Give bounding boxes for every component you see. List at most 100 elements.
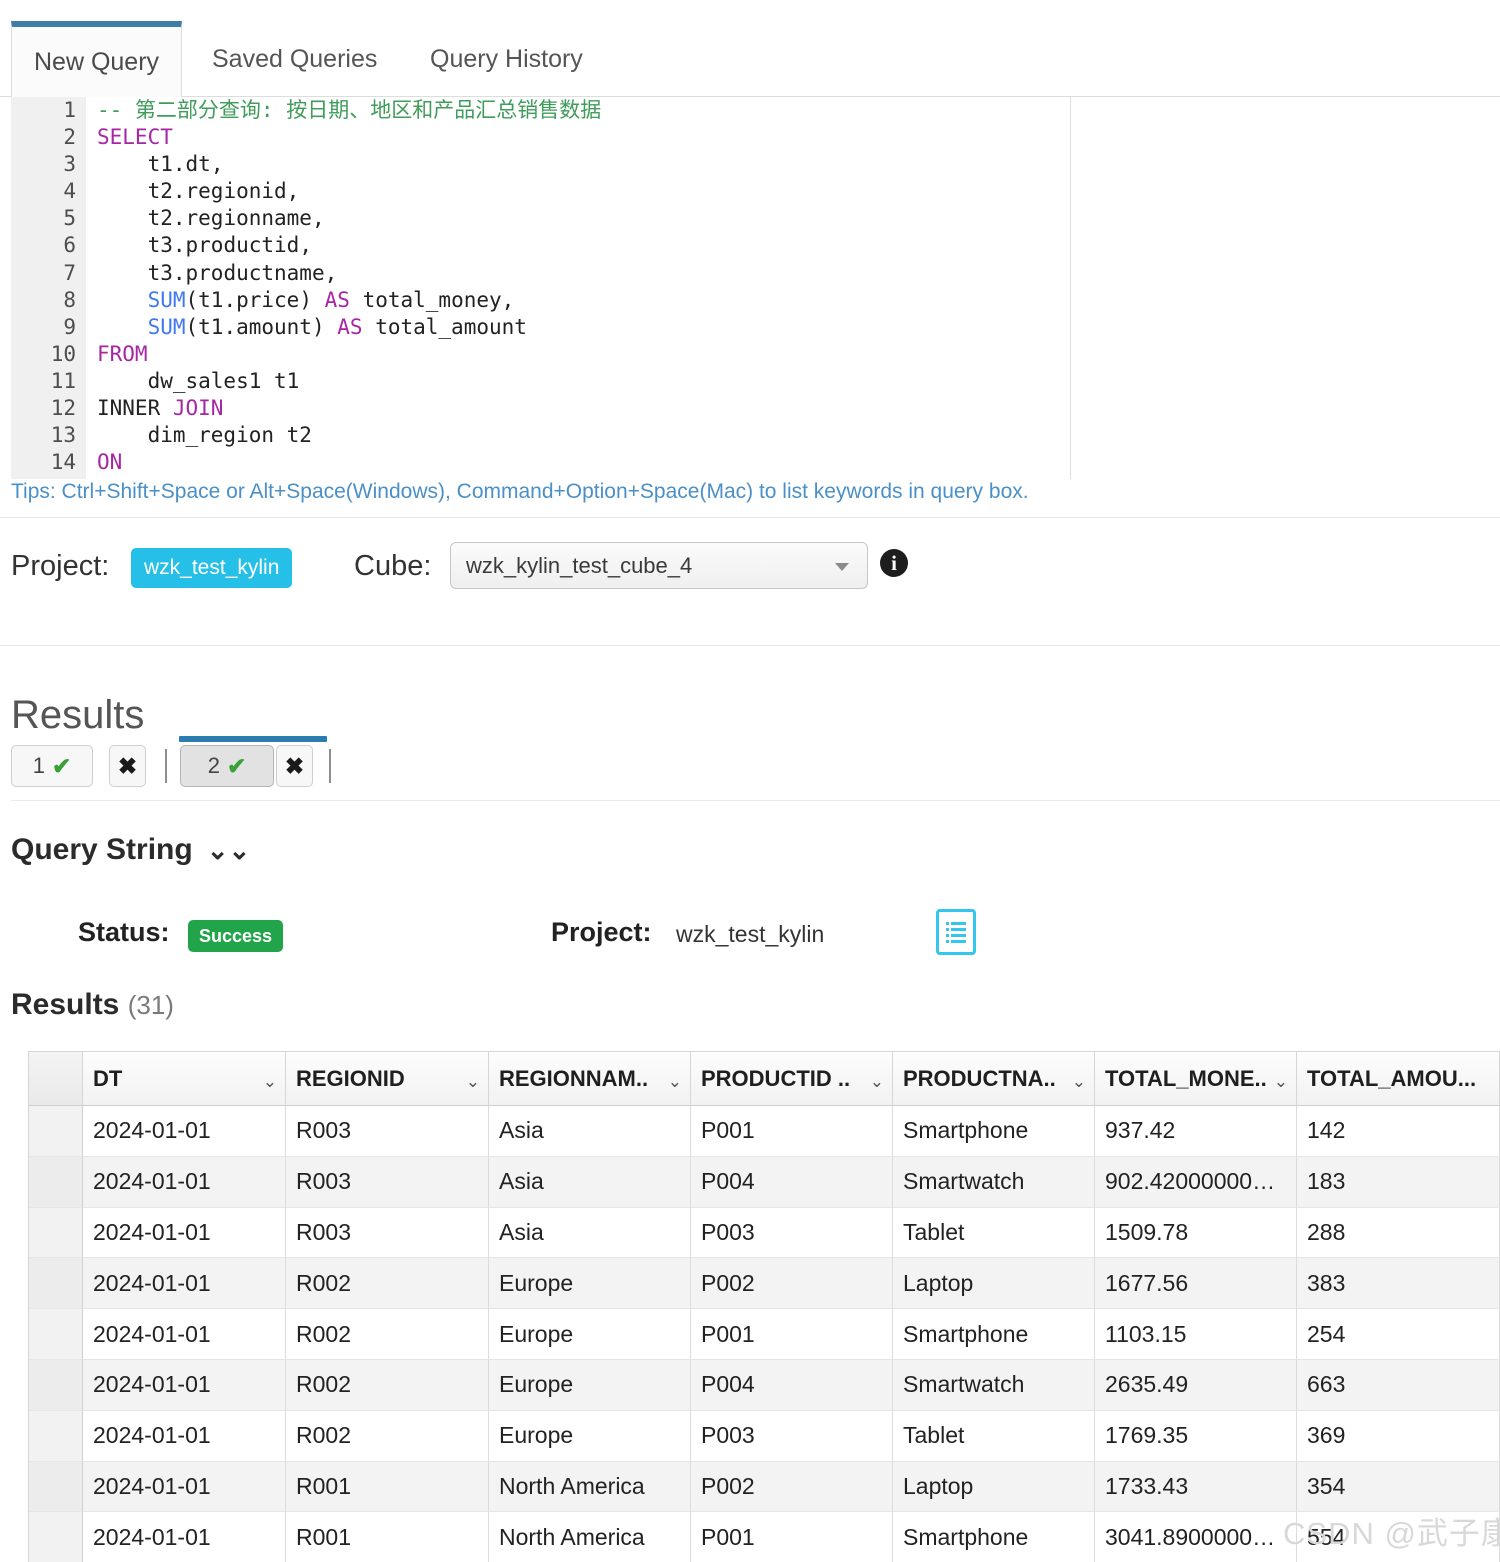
table-cell: 2635.49 (1095, 1360, 1297, 1411)
sql-line: SELECT (97, 124, 1072, 151)
tab-saved-queries[interactable]: Saved Queries (190, 21, 399, 97)
table-cell: 1509.78 (1095, 1208, 1297, 1259)
table-row[interactable]: 2024-01-01R002EuropeP004Smartwatch2635.4… (29, 1360, 1500, 1411)
table-row-handle[interactable] (29, 1258, 83, 1309)
table-cell: P001 (691, 1512, 893, 1562)
table-cell: North America (489, 1512, 691, 1562)
table-row[interactable]: 2024-01-01R003AsiaP003Tablet1509.78288 (29, 1208, 1500, 1259)
query-string-label: Query String (11, 833, 193, 867)
close-icon: ✖ (118, 753, 137, 780)
check-icon: ✔ (52, 753, 71, 780)
table-row[interactable]: 2024-01-01R001North AmericaP001Smartphon… (29, 1512, 1500, 1562)
section-divider (0, 645, 1500, 646)
table-cell: Laptop (893, 1462, 1095, 1513)
table-header-regionname[interactable]: REGIONNAM..⌄ (489, 1052, 691, 1106)
results-count-value: (31) (128, 990, 174, 1020)
table-cell: Smartwatch (893, 1157, 1095, 1208)
query-string-toggle[interactable]: Query String ⌄⌄ (11, 833, 250, 867)
table-row-handle[interactable] (29, 1360, 83, 1411)
table-header-productname[interactable]: PRODUCTNA..⌄ (893, 1052, 1095, 1106)
line-number: 3 (11, 151, 86, 178)
table-row[interactable]: 2024-01-01R003AsiaP001Smartphone937.4214… (29, 1106, 1500, 1157)
line-number: 11 (11, 368, 86, 395)
chevron-down-icon[interactable]: ⌄ (668, 1072, 682, 1092)
result-tab-1-label: 1 (33, 753, 45, 779)
table-header-total_money[interactable]: TOTAL_MONE..⌄ (1095, 1052, 1297, 1106)
result-tab-1-close-button[interactable]: ✖ (109, 745, 146, 787)
table-row-handle[interactable] (29, 1462, 83, 1513)
line-number: 13 (11, 422, 86, 449)
sql-line: t3.productid, (97, 232, 1072, 259)
table-row[interactable]: 2024-01-01R003AsiaP004Smartwatch902.4200… (29, 1157, 1500, 1208)
table-cell: 2024-01-01 (83, 1462, 286, 1513)
chevron-down-icon[interactable]: ⌄ (1072, 1072, 1086, 1092)
result-tab-1[interactable]: 1 ✔ (11, 745, 93, 787)
result-project-label: Project: (551, 917, 652, 948)
table-row-handle[interactable] (29, 1512, 83, 1562)
table-row-handle[interactable] (29, 1411, 83, 1462)
table-row-handle[interactable] (29, 1106, 83, 1157)
table-header-label: TOTAL_AMOU... (1307, 1066, 1476, 1092)
table-cell: Smartphone (893, 1106, 1095, 1157)
result-project-value: wzk_test_kylin (676, 921, 824, 948)
table-cell: 554 (1297, 1512, 1500, 1562)
chevron-down-icon[interactable]: ⌄ (263, 1072, 277, 1092)
tab-query-history[interactable]: Query History (408, 21, 605, 97)
info-icon[interactable]: i (880, 549, 908, 577)
chevron-down-icon[interactable]: ⌄ (1274, 1072, 1288, 1092)
table-cell: R003 (286, 1208, 489, 1259)
result-tab-2-label: 2 (208, 753, 220, 779)
result-tab-2[interactable]: 2 ✔ (180, 745, 274, 787)
line-number: 9 (11, 314, 86, 341)
sql-line: SUM(t1.price) AS total_money, (97, 287, 1072, 314)
table-cell: Europe (489, 1309, 691, 1360)
chevron-double-down-icon: ⌄⌄ (207, 837, 251, 863)
table-header-regionid[interactable]: REGIONID ⌄ (286, 1052, 489, 1106)
table-cell: 2024-01-01 (83, 1309, 286, 1360)
table-row-handle[interactable] (29, 1157, 83, 1208)
table-row[interactable]: 2024-01-01R002EuropeP003Tablet1769.35369 (29, 1411, 1500, 1462)
table-cell: Asia (489, 1157, 691, 1208)
info-icon-glyph: i (891, 551, 897, 576)
tab-new-query[interactable]: New Query (11, 21, 182, 97)
table-row[interactable]: 2024-01-01R001North AmericaP002Laptop173… (29, 1462, 1500, 1513)
table-header-label: REGIONID (296, 1066, 405, 1092)
table-cell: Laptop (893, 1258, 1095, 1309)
table-header-dt[interactable]: DT⌄ (83, 1052, 286, 1106)
table-cell: 369 (1297, 1411, 1500, 1462)
status-badge: Success (188, 920, 283, 952)
result-tab-2-close-button[interactable]: ✖ (276, 745, 313, 787)
results-table[interactable]: DT⌄REGIONID⌄REGIONNAM..⌄PRODUCTID ..⌄PRO… (28, 1051, 1500, 1562)
close-icon: ✖ (285, 753, 304, 780)
sql-code[interactable]: -- 第二部分查询: 按日期、地区和产品汇总销售数据SELECT t1.dt, … (97, 97, 1072, 479)
query-tab-bar: New Query Saved Queries Query History (0, 0, 1500, 97)
list-view-icon[interactable] (936, 909, 976, 955)
result-tab-separator (329, 749, 331, 783)
table-row[interactable]: 2024-01-01R002EuropeP002Laptop1677.56383 (29, 1258, 1500, 1309)
table-cell: P003 (691, 1411, 893, 1462)
table-cell: Smartwatch (893, 1360, 1095, 1411)
table-cell: 254 (1297, 1309, 1500, 1360)
chevron-down-icon[interactable]: ⌄ (466, 1072, 480, 1092)
table-header-total_amount[interactable]: TOTAL_AMOU... (1297, 1052, 1500, 1106)
sql-line: t1.dt, (97, 151, 1072, 178)
table-cell: P001 (691, 1106, 893, 1157)
table-cell: P002 (691, 1462, 893, 1513)
sql-editor[interactable]: 1234567891011121314 -- 第二部分查询: 按日期、地区和产品… (11, 97, 1071, 479)
sql-line: t2.regionname, (97, 205, 1072, 232)
line-number: 12 (11, 395, 86, 422)
table-cell: P002 (691, 1258, 893, 1309)
results-count-heading: Results (31) (11, 988, 174, 1022)
table-row-handle[interactable] (29, 1309, 83, 1360)
table-row[interactable]: 2024-01-01R002EuropeP001Smartphone1103.1… (29, 1309, 1500, 1360)
results-heading: Results (11, 693, 144, 738)
table-corner-cell (29, 1052, 83, 1106)
table-header-productid[interactable]: PRODUCTID ..⌄ (691, 1052, 893, 1106)
cube-select[interactable]: wzk_kylin_test_cube_4 (450, 542, 868, 589)
tab-new-query-label: New Query (34, 48, 159, 77)
table-row-handle[interactable] (29, 1208, 83, 1259)
table-cell: 663 (1297, 1360, 1500, 1411)
table-cell: P001 (691, 1309, 893, 1360)
project-chip[interactable]: wzk_test_kylin (131, 548, 292, 588)
chevron-down-icon[interactable]: ⌄ (870, 1072, 884, 1092)
